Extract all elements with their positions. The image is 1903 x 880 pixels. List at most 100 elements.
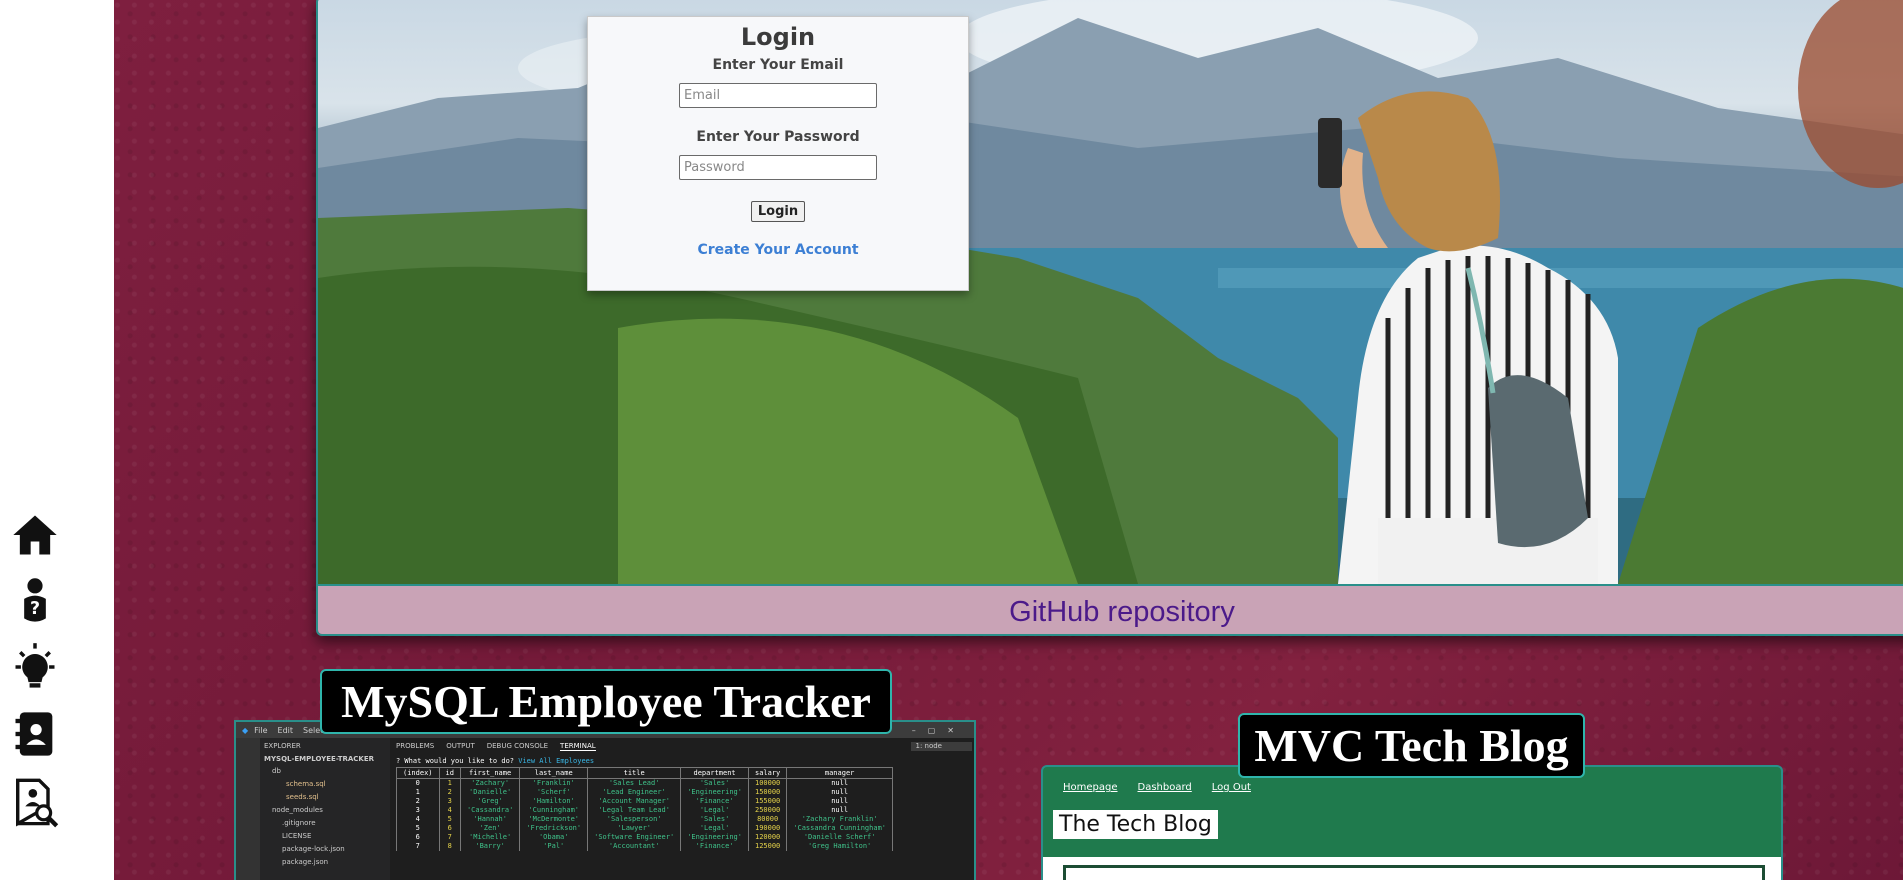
table-row: 5 6 'Zen' 'Fredrickson' 'Lawyer' 'Legal' 19000…	[396, 824, 893, 833]
resume-search-icon[interactable]	[8, 775, 62, 829]
table-header-cell: title	[587, 767, 682, 779]
password-input[interactable]	[679, 155, 877, 180]
login-form: Login Enter Your Email Enter Your Passwo…	[587, 16, 969, 291]
table-row: 0 1 'Zachary' 'Franklin' 'Sales Lead' 'Sales'…	[396, 778, 893, 788]
table-cell: 'Sales'	[680, 815, 749, 824]
explorer-title: EXPLORER	[264, 742, 301, 750]
table-cell: 155000	[747, 797, 788, 806]
employee-table: (index) id first_name last_name title departm…	[396, 767, 893, 851]
window-controls: –▢✕	[911, 725, 966, 735]
table-cell: 'Cunningham'	[519, 806, 589, 815]
table-cell: 2	[396, 797, 440, 806]
table-cell: 'Account Manager'	[587, 797, 682, 806]
project-title-tech-blog[interactable]: MVC Tech Blog	[1238, 713, 1585, 778]
table-cell: 190000	[747, 824, 788, 833]
featured-project-card: Login Enter Your Email Enter Your Passwo…	[316, 0, 1903, 636]
table-cell: 100000	[747, 778, 788, 788]
repository-caption-bar: GitHub repository	[318, 584, 1903, 634]
table-row: 7 8 'Barry' 'Pal' 'Accountant' 'Finance' 12500…	[396, 842, 893, 851]
table-cell: 'Obama'	[519, 833, 589, 842]
project-folder: MYSQL-EMPLOYEE-TRACKER	[264, 755, 375, 763]
table-cell: 120000	[747, 833, 788, 842]
panel-tab: PROBLEMS	[396, 742, 435, 750]
table-cell: 125000	[747, 842, 788, 851]
table-cell: 'Barry'	[459, 842, 521, 851]
table-cell: 4	[438, 806, 461, 815]
table-cell: 7	[438, 833, 461, 842]
table-cell: 3	[396, 806, 440, 815]
about-person-icon[interactable]: ?	[8, 574, 62, 628]
table-cell: 'Accountant'	[587, 842, 682, 851]
table-header-cell: manager	[786, 767, 893, 779]
file-item: node_modules	[272, 806, 323, 814]
email-label: Enter Your Email	[712, 57, 844, 73]
table-cell: 'Pal'	[519, 842, 589, 851]
table-cell: 'Legal'	[680, 824, 749, 833]
terminal-answer: View All Employees	[518, 757, 595, 765]
table-cell: 'Legal'	[680, 806, 749, 815]
table-header-cell: last_name	[519, 767, 589, 779]
table-cell: 'Software Engineer'	[587, 833, 682, 842]
table-cell: 'Michelle'	[459, 833, 521, 842]
lightbulb-projects-icon[interactable]	[8, 640, 62, 694]
project-title-employee-tracker[interactable]: MySQL Employee Tracker	[320, 669, 892, 734]
menu-file: File	[254, 725, 268, 735]
travel-photo-background: Login Enter Your Email Enter Your Passwo…	[318, 0, 1903, 584]
table-header-cell: first_name	[459, 767, 521, 779]
file-item: seeds.sql	[286, 793, 319, 801]
activity-bar	[236, 738, 260, 880]
email-input[interactable]	[679, 83, 877, 108]
tech-blog-screenshot[interactable]: Homepage Dashboard Log Out The Tech Blog	[1041, 765, 1783, 880]
table-cell: 'Sales'	[680, 778, 749, 788]
file-item: package.json	[282, 858, 329, 866]
svg-text:?: ?	[30, 599, 40, 619]
table-cell: 'Lead Engineer'	[587, 788, 682, 797]
table-cell: 6	[438, 824, 461, 833]
contact-card-icon[interactable]	[8, 707, 62, 761]
table-cell: 'Finance'	[680, 842, 749, 851]
employee-tracker-screenshot[interactable]: ◆ File Edit Selec –▢✕ EXPLORER MYSQL-EMP…	[234, 720, 976, 880]
table-cell: 'Zachary Franklin'	[786, 815, 893, 824]
table-cell: null	[786, 778, 893, 788]
table-cell: 'Danielle'	[459, 788, 521, 797]
table-cell: 'Engineering'	[680, 833, 749, 842]
table-cell: 'Cassandra'	[459, 806, 521, 815]
table-cell: 1	[438, 778, 461, 788]
blog-nav-logout: Log Out	[1211, 782, 1251, 793]
file-item: schema.sql	[286, 780, 326, 788]
terminal-select: 1: node	[911, 742, 972, 751]
table-cell: 1	[396, 788, 440, 797]
table-cell: 5	[438, 815, 461, 824]
table-cell: 150000	[747, 788, 788, 797]
github-repository-link[interactable]: GitHub repository	[1009, 596, 1235, 629]
menu-edit: Edit	[277, 725, 294, 735]
panel-tab-terminal: TERMINAL	[560, 742, 596, 751]
file-item: .gitignore	[282, 819, 316, 827]
table-cell: 'Lawyer'	[587, 824, 682, 833]
file-item: db	[272, 767, 281, 775]
create-account-link[interactable]: Create Your Account	[697, 242, 858, 258]
login-button[interactable]: Login	[750, 201, 806, 222]
explorer-panel: EXPLORER MYSQL-EMPLOYEE-TRACKER db schem…	[260, 738, 390, 880]
home-icon[interactable]	[8, 508, 62, 562]
table-row: 6 7 'Michelle' 'Obama' 'Software Engineer' 'E…	[396, 833, 893, 842]
terminal-prompt: ? What would you like to do?	[396, 757, 515, 765]
table-cell: 'Legal Team Lead'	[587, 806, 682, 815]
panel-tab: OUTPUT	[446, 742, 475, 750]
table-cell: 6	[396, 833, 440, 842]
table-header-cell: id	[438, 767, 461, 779]
table-cell: 2	[438, 788, 461, 797]
table-cell: 'Greg Hamilton'	[786, 842, 893, 851]
table-cell: 'Hamilton'	[519, 797, 589, 806]
table-header-cell: salary	[747, 767, 788, 779]
file-item: package-lock.json	[282, 845, 345, 853]
table-cell: 250000	[747, 806, 788, 815]
table-cell: 'Zachary'	[459, 778, 521, 788]
table-cell: 'Hannah'	[459, 815, 521, 824]
table-cell: null	[786, 797, 893, 806]
table-cell: 'Engineering'	[680, 788, 749, 797]
table-cell: 'Zen'	[459, 824, 521, 833]
table-cell: 'Scherf'	[519, 788, 589, 797]
file-item: LICENSE	[282, 832, 312, 840]
blog-content-area	[1043, 857, 1781, 880]
